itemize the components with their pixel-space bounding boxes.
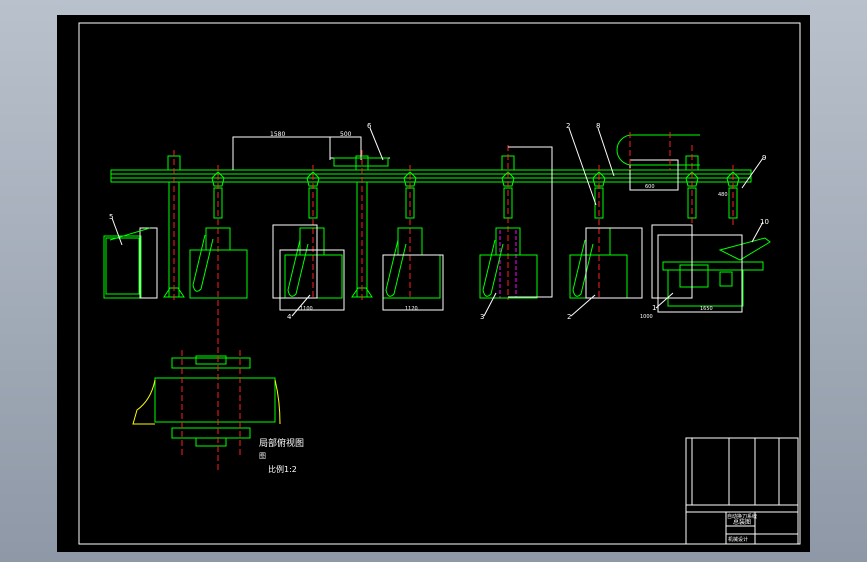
label-4: 4 (287, 313, 292, 321)
dim-1100-a: 1100 (300, 306, 313, 312)
dim-1000: 1000 (640, 314, 653, 320)
dim-1120: 1120 (405, 306, 418, 312)
cad-drawing-sheet: 1580 500 5 6 4 3 2 8 9 10 2 1 1100 1120 … (57, 15, 810, 552)
dim-600: 600 (645, 184, 655, 190)
label-2-bottom: 2 (567, 313, 571, 321)
sheet-background (57, 15, 810, 552)
detail-scale: 比例1:2 (268, 464, 297, 474)
title-block-org: 机械设计 (728, 536, 748, 543)
detail-title: 局部俯视图 (259, 437, 304, 449)
label-10: 10 (760, 218, 769, 226)
label-6: 6 (367, 122, 372, 130)
label-2-top: 2 (566, 122, 570, 130)
title-block-project: 自动换刀系统 (727, 513, 757, 520)
dim-480: 480 (718, 192, 728, 198)
label-3: 3 (480, 313, 484, 321)
label-5: 5 (109, 213, 113, 221)
label-8: 8 (596, 122, 600, 130)
detail-subtitle: 图 (259, 452, 266, 460)
dim-500: 500 (340, 131, 352, 138)
dim-1580: 1580 (270, 131, 285, 138)
label-1: 1 (652, 304, 656, 312)
label-9: 9 (762, 154, 766, 162)
dim-1650: 1650 (700, 306, 713, 312)
